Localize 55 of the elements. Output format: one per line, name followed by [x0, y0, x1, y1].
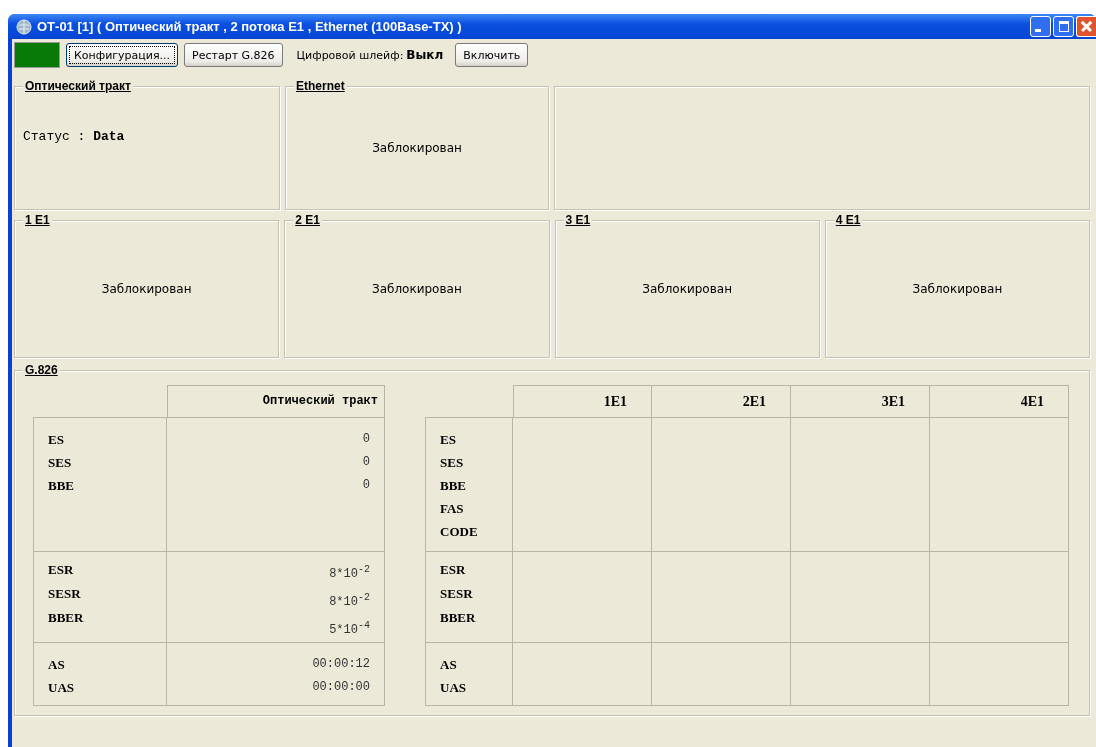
group-title: Ethernet: [294, 79, 347, 93]
metric-label: ESR: [440, 561, 466, 579]
group-title: 3 E1: [563, 213, 593, 227]
metric-label: BBER: [48, 609, 84, 627]
group-title: 1 E1: [23, 213, 52, 227]
metric-label: ES: [48, 431, 64, 449]
metric-value: 8*10$^{-2}$: [329, 591, 370, 611]
metric-label: SES: [440, 454, 464, 472]
metric-label: BBE: [48, 477, 74, 495]
window-title: ОТ-01 [1] ( Оптический тракт , 2 потока E1 , Ethernet (100Base-TX) ): [37, 19, 462, 34]
metric-label: BBER: [440, 609, 476, 627]
metric-value: 8*10$^{-2}$: [329, 563, 370, 583]
column-header: 4E1: [930, 385, 1069, 417]
column-header: Оптический тракт: [167, 385, 385, 417]
toolbar-button[interactable]: Конфигурация...: [66, 43, 179, 67]
metric-value: 0: [362, 431, 370, 448]
loop-value: Выкл: [406, 48, 444, 62]
metric-value: 00:00:00: [312, 679, 370, 696]
group-title: 4 E1: [833, 213, 863, 227]
minimize-button[interactable]: [1030, 16, 1051, 37]
metric-value: 0: [362, 454, 370, 471]
loop-label: Цифровой шлейф:: [296, 48, 404, 62]
globe-icon: [16, 18, 32, 35]
metric-label: SESR: [440, 585, 473, 603]
metric-value: 00:00:12: [312, 656, 370, 673]
status-text: Статус : Data: [23, 129, 125, 145]
close-button[interactable]: [1076, 16, 1096, 37]
column-header: 1E1: [513, 385, 652, 417]
metric-label: AS: [48, 656, 65, 674]
state-text: Заблокирован: [372, 282, 462, 296]
metric-label: ESR: [48, 561, 74, 579]
group-title: 2 E1: [293, 213, 322, 227]
column-header: 3E1: [791, 385, 930, 417]
state-text: Заблокирован: [372, 141, 462, 155]
metric-value: 0: [362, 477, 370, 494]
maximize-button[interactable]: [1053, 16, 1074, 37]
metric-label: SES: [48, 454, 72, 472]
metric-label: CODE: [440, 523, 478, 541]
toolbar-button[interactable]: Рестарт G.826: [184, 43, 283, 67]
status-indicator: [14, 42, 60, 68]
metric-label: AS: [440, 656, 457, 674]
metric-label: SESR: [48, 585, 81, 603]
enable-button[interactable]: Включить: [455, 43, 529, 67]
column-header: 2E1: [652, 385, 791, 417]
state-text: Заблокирован: [101, 282, 192, 296]
state-text: Заблокирован: [912, 282, 1003, 296]
state-text: Заблокирован: [642, 282, 732, 296]
metric-label: UAS: [48, 679, 74, 697]
metric-label: BBE: [440, 477, 466, 495]
metric-label: UAS: [440, 679, 466, 697]
metric-label: ES: [440, 431, 456, 449]
metric-label: FAS: [440, 500, 464, 518]
group-title: Оптический тракт: [23, 79, 133, 93]
group-title: G.826: [23, 363, 60, 377]
metric-value: 5*10$^{-4}$: [329, 619, 370, 639]
